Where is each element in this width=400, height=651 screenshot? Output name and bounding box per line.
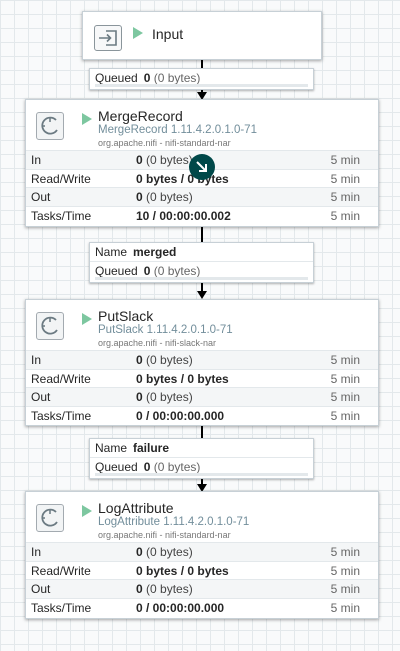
stat-in: In 0 (0 bytes) 5 min: [26, 542, 378, 561]
processor-stats: In 0 (0 bytes) 5 min Read/Write 0 bytes / 0…: [26, 542, 378, 616]
stat-tasks-time: Tasks/Time 0 / 00:00:00.000 5 min: [26, 597, 378, 617]
connection-arrow-2: [197, 291, 207, 299]
play-icon: [133, 27, 143, 39]
stat-out: Out 0 (0 bytes) 5 min: [26, 387, 378, 406]
stat-tasks-time: Tasks/Time 0 / 00:00:00.000 5 min: [26, 405, 378, 425]
name-row: Name failure: [95, 441, 170, 455]
stat-out: Out 0 (0 bytes) 5 min: [26, 187, 378, 206]
processor-stats: In 0 (0 bytes) 5 min Read/Write 0 bytes / 0…: [26, 350, 378, 424]
input-port-name: Input: [152, 26, 184, 42]
name-row: Name merged: [95, 245, 177, 259]
processor-mergerecord[interactable]: MergeRecord MergeRecord 1.11.4.2.0.1.0-7…: [25, 99, 379, 227]
processor-putslack[interactable]: PutSlack PutSlack 1.11.4.2.0.1.0-71 org.…: [25, 299, 379, 426]
stat-in: In 0 (0 bytes) 5 min: [26, 350, 378, 369]
processor-name: LogAttribute: [98, 500, 174, 516]
upstream-arrow-badge-icon[interactable]: [189, 154, 215, 180]
processor-icon: [36, 112, 64, 140]
processor-type: MergeRecord 1.11.4.2.0.1.0-71: [98, 124, 257, 136]
connection-label-3[interactable]: Name failure Queued 0 (0 bytes): [89, 438, 314, 479]
processor-bundle: org.apache.nifi - nifi-standard-nar: [98, 530, 231, 540]
queue-bar: [95, 473, 308, 476]
play-icon: [82, 505, 92, 517]
connection-label-2[interactable]: Name merged Queued 0 (0 bytes): [89, 242, 314, 283]
processor-icon: [36, 312, 64, 340]
processor-bundle: org.apache.nifi - nifi-slack-nar: [98, 338, 217, 348]
queued-row: Queued 0 (0 bytes): [90, 457, 313, 476]
queued-row: Queued 0 (0 bytes): [90, 261, 313, 280]
stat-read-write: Read/Write 0 bytes / 0 bytes 5 min: [26, 368, 378, 388]
processor-logattribute[interactable]: LogAttribute LogAttribute 1.11.4.2.0.1.0…: [25, 491, 379, 619]
queue-bar: [95, 84, 308, 87]
queue-bar: [95, 277, 308, 280]
stat-tasks-time: Tasks/Time 10 / 00:00:00.002 5 min: [26, 205, 378, 225]
connection-label-1[interactable]: Queued 0 (0 bytes): [89, 68, 314, 90]
processor-icon: [36, 504, 64, 532]
processor-type: PutSlack 1.11.4.2.0.1.0-71: [98, 324, 233, 336]
processor-name: MergeRecord: [98, 108, 183, 124]
stat-read-write: Read/Write 0 bytes / 0 bytes 5 min: [26, 560, 378, 580]
play-icon: [82, 313, 92, 325]
stat-out: Out 0 (0 bytes) 5 min: [26, 579, 378, 598]
input-port-icon: [94, 25, 122, 51]
queued-row: Queued 0 (0 bytes): [90, 69, 313, 87]
processor-name: PutSlack: [98, 308, 154, 324]
play-icon: [82, 113, 92, 125]
processor-bundle: org.apache.nifi - nifi-standard-nar: [98, 138, 231, 148]
processor-type: LogAttribute 1.11.4.2.0.1.0-71: [98, 516, 250, 528]
input-port[interactable]: Input: [82, 11, 322, 60]
